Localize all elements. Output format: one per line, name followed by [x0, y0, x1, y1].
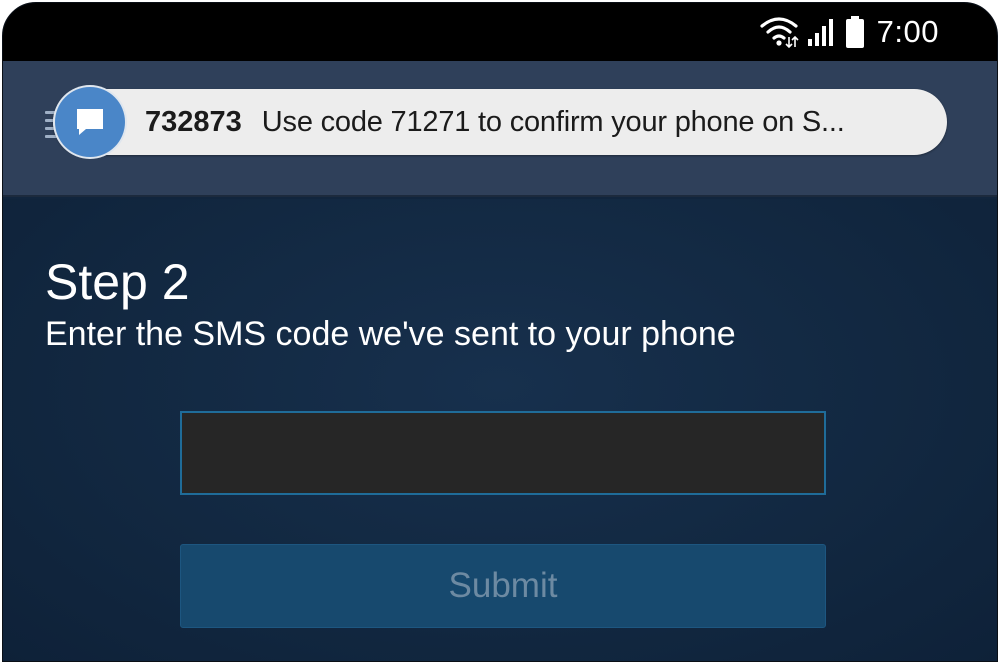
submit-button[interactable]: Submit: [180, 544, 826, 628]
heads-up-notification-area: 732873 Use code 71271 to confirm your ph…: [3, 61, 997, 197]
battery-icon: [845, 15, 865, 49]
phone-screen: 7:00 732873 Use code 71271 to confirm yo…: [2, 2, 998, 662]
message-icon: [55, 87, 125, 157]
page-title: Step 2: [45, 254, 190, 310]
notification-sender: 732873: [145, 105, 242, 138]
status-time: 7:00: [876, 14, 939, 49]
wifi-icon: [759, 15, 799, 49]
status-bar: 7:00: [3, 3, 997, 61]
verification-page: Step 2 Enter the SMS code we've sent to …: [3, 199, 997, 661]
sms-code-input[interactable]: [180, 411, 826, 495]
sms-notification[interactable]: 732873 Use code 71271 to confirm your ph…: [53, 87, 947, 157]
signal-icon: [807, 17, 837, 47]
notification-message: Use code 71271 to confirm your phone on …: [261, 105, 845, 138]
page-subtitle: Enter the SMS code we've sent to your ph…: [45, 315, 736, 353]
